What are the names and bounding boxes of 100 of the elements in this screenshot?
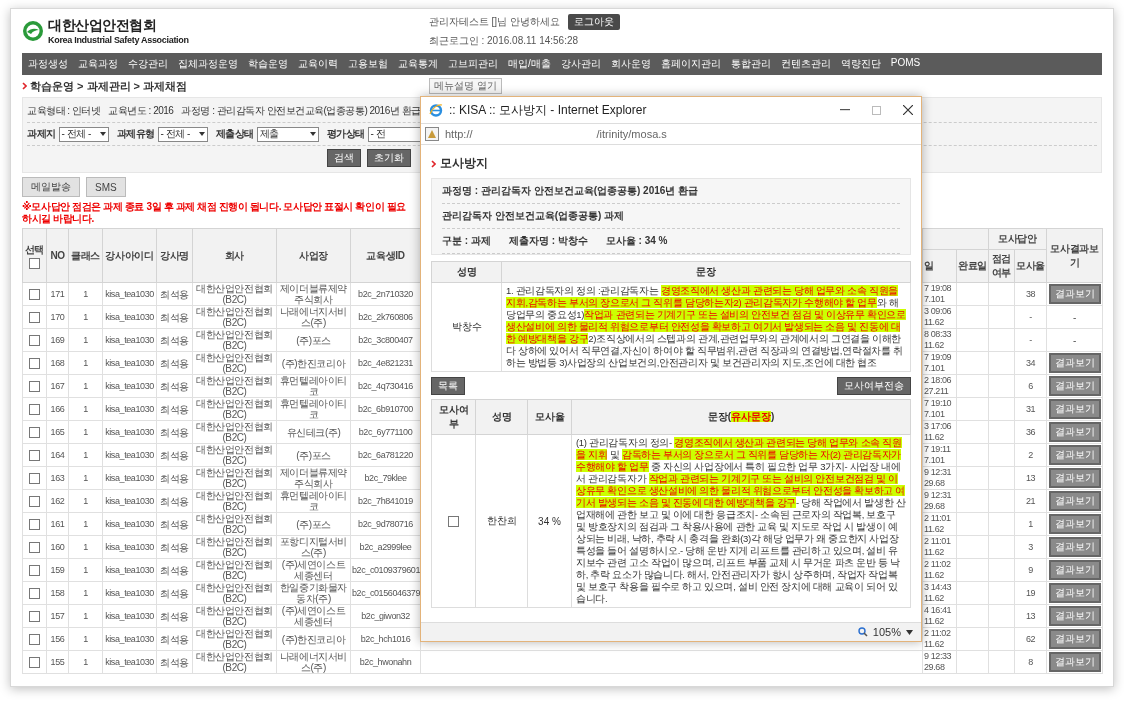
action-button[interactable]: 메일발송 <box>22 177 80 197</box>
table-cell: 164 <box>46 443 69 467</box>
result-button[interactable]: 결과보기 <box>1048 583 1101 603</box>
checkbox[interactable] <box>29 449 40 461</box>
checkbox[interactable] <box>29 426 40 438</box>
table-cell: 3 <box>1014 535 1047 559</box>
table-cell: 나래에너지서비스(주) <box>276 305 351 329</box>
checkbox[interactable] <box>448 515 459 527</box>
table-cell: 최석용 <box>156 328 193 352</box>
menu-item[interactable]: 역량진단 <box>840 57 881 71</box>
table-cell: kisa_tea1030 <box>102 558 157 582</box>
filter-button[interactable]: 초기화 <box>367 149 411 167</box>
table-cell: 대한산업안전협회 (B2C) <box>192 558 277 582</box>
caret-icon[interactable] <box>906 629 913 635</box>
chevron-icon <box>431 159 436 168</box>
table-cell: 1 <box>1014 512 1047 536</box>
table-cell: 1 <box>68 604 103 628</box>
checkbox[interactable] <box>29 518 40 530</box>
table-cell: 1 <box>68 466 103 490</box>
result-button[interactable]: 결과보기 <box>1048 514 1101 534</box>
table-cell: 대한산업안전협회 (B2C) <box>192 397 277 421</box>
table-cell: kisa_tea1030 <box>102 627 157 651</box>
checkbox[interactable] <box>29 610 40 622</box>
result-button[interactable]: 결과보기 <box>1048 353 1101 373</box>
filter-label: 평가상태 <box>326 127 365 141</box>
result-button[interactable]: 결과보기 <box>1048 376 1101 396</box>
menu-item[interactable]: 학습운영 <box>248 57 288 71</box>
menu-item[interactable]: 교육통계 <box>398 57 438 71</box>
result-button[interactable]: 결과보기 <box>1048 468 1101 488</box>
table-cell: 158 <box>46 581 69 605</box>
popup-button[interactable]: 모사여부전송 <box>837 377 911 395</box>
logout-button[interactable]: 로그아웃 <box>567 14 620 30</box>
menu-item[interactable]: POMS <box>890 57 921 71</box>
table-cell: 170 <box>46 305 69 329</box>
menu-item[interactable]: 컨텐츠관리 <box>780 57 831 71</box>
menu-item[interactable]: 홈페이지관리 <box>660 57 721 71</box>
table-cell: 163 <box>46 466 69 490</box>
result-button[interactable]: 결과보기 <box>1048 491 1101 511</box>
menu-item[interactable]: 교육과정 <box>78 57 118 71</box>
menu-item[interactable]: 교육이력 <box>298 57 338 71</box>
checkbox[interactable] <box>29 311 40 323</box>
address-bar[interactable]: http:// /itrinity/mosa.s <box>421 123 921 145</box>
menu-item[interactable]: 고브피관리 <box>448 57 498 71</box>
result-button[interactable]: 결과보기 <box>1048 537 1101 557</box>
checkbox[interactable] <box>29 633 40 645</box>
checkbox[interactable] <box>29 656 40 668</box>
action-button[interactable]: SMS <box>86 177 126 197</box>
checkbox[interactable] <box>29 403 40 415</box>
checkbox[interactable] <box>29 357 40 369</box>
select-field[interactable]: 제출 <box>256 126 319 142</box>
checkbox[interactable] <box>29 334 40 346</box>
table-cell: kisa_tea1030 <box>102 420 157 444</box>
result-button[interactable]: 결과보기 <box>1048 399 1101 419</box>
result-button[interactable]: 결과보기 <box>1048 629 1101 649</box>
checkbox[interactable] <box>29 257 40 269</box>
result-button[interactable]: 결과보기 <box>1048 422 1101 442</box>
checkbox[interactable] <box>29 541 40 553</box>
table-cell: 최석용 <box>156 305 193 329</box>
checkbox[interactable] <box>29 495 40 507</box>
table-cell: 휴먼텔레아이티코 <box>276 374 351 398</box>
menu-item[interactable]: 회사운영 <box>610 57 651 71</box>
select-field[interactable]: - 전체 - <box>58 126 109 142</box>
table-cell: 최석용 <box>156 420 193 444</box>
checkbox[interactable] <box>29 380 40 392</box>
table-cell: 대한산업안전협회 (B2C) <box>192 282 277 306</box>
filter-info: 교육형태 : 인터넷 <box>27 104 101 118</box>
result-button[interactable]: 결과보기 <box>1048 652 1101 672</box>
menu-help-button[interactable]: 메뉴설명 열기 <box>429 78 502 94</box>
select-field[interactable]: - 전체 - <box>157 126 208 142</box>
table-cell: 유신테크(주) <box>276 420 351 444</box>
table-cell: 포항디지털서비스(주) <box>276 535 351 559</box>
checkbox[interactable] <box>29 587 40 599</box>
menu-item[interactable]: 집체과정운영 <box>178 57 238 71</box>
menu-item[interactable]: 과정생성 <box>28 57 68 71</box>
minimize-icon[interactable] <box>840 109 850 111</box>
url-text: /itrinity/mosa.s <box>596 128 667 140</box>
checkbox[interactable] <box>29 472 40 484</box>
checkbox[interactable] <box>29 564 40 576</box>
table-cell: 1 <box>68 351 103 375</box>
result-button[interactable]: 결과보기 <box>1048 560 1101 580</box>
menu-item[interactable]: 강사관리 <box>560 57 601 71</box>
table-cell: 31 <box>1014 397 1047 421</box>
filter-button[interactable]: 검색 <box>327 149 361 167</box>
close-icon[interactable] <box>903 105 913 115</box>
info-text: 관리감독자 안전보건교육(업종공통) 과제 <box>442 209 625 223</box>
table-cell: 157 <box>46 604 69 628</box>
result-button[interactable]: 결과보기 <box>1048 445 1101 465</box>
filter-label: 과제유형 <box>116 127 155 141</box>
zoom-level[interactable]: 105% <box>872 626 901 638</box>
menu-item[interactable]: 고용보험 <box>348 57 388 71</box>
result-button[interactable]: 결과보기 <box>1048 606 1101 626</box>
popup-button[interactable]: 목록 <box>431 377 465 395</box>
menu-item[interactable]: 통합관리 <box>730 57 771 71</box>
checkbox[interactable] <box>29 288 40 300</box>
table-cell: 1 <box>68 397 103 421</box>
table-cell: kisa_tea1030 <box>102 351 157 375</box>
table-cell: 168 <box>46 351 69 375</box>
result-button[interactable]: 결과보기 <box>1048 284 1101 304</box>
menu-item[interactable]: 매입/매출 <box>508 57 551 71</box>
menu-item[interactable]: 수강관리 <box>128 57 168 71</box>
